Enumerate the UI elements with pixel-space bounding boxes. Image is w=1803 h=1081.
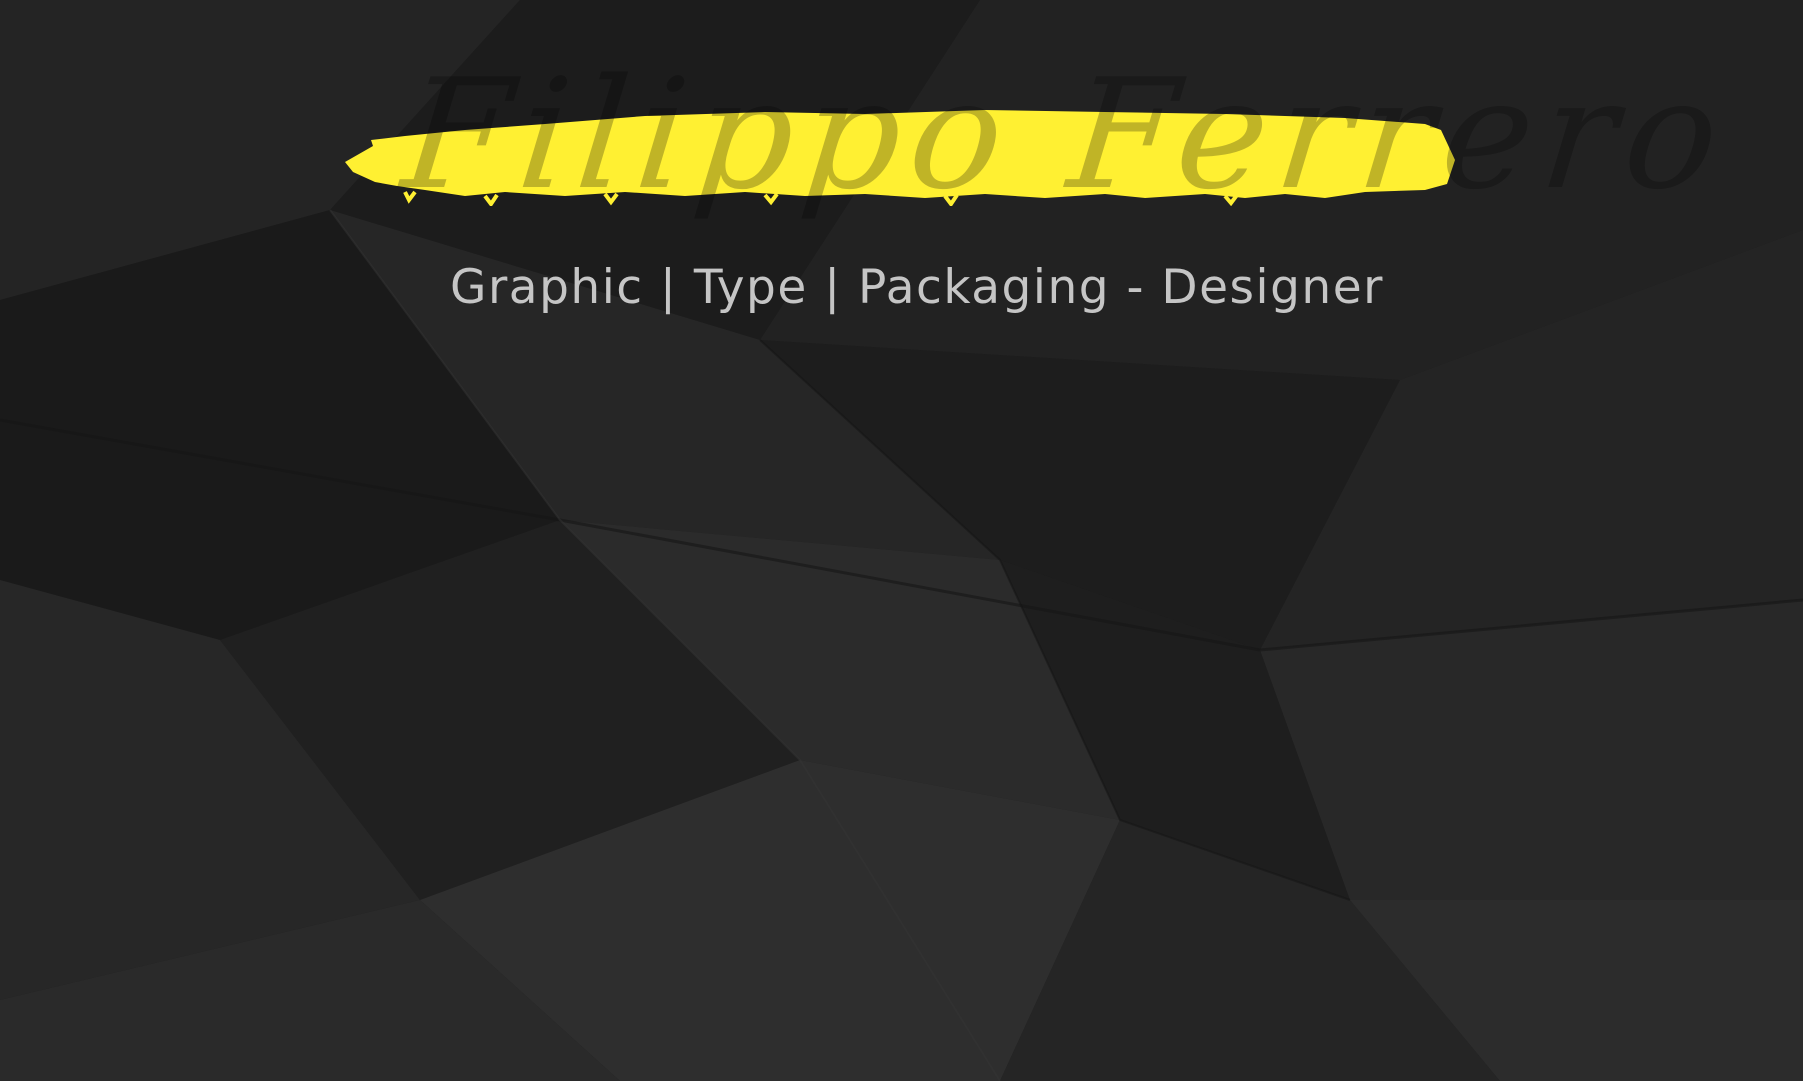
signature-logo: Filippo Ferrero: [395, 46, 1737, 223]
tagline: Graphic | Type | Packaging - Designer: [450, 260, 1384, 315]
portfolio-splash: Filippo Ferrero Graphic | Type | Packagi…: [0, 0, 1803, 1081]
